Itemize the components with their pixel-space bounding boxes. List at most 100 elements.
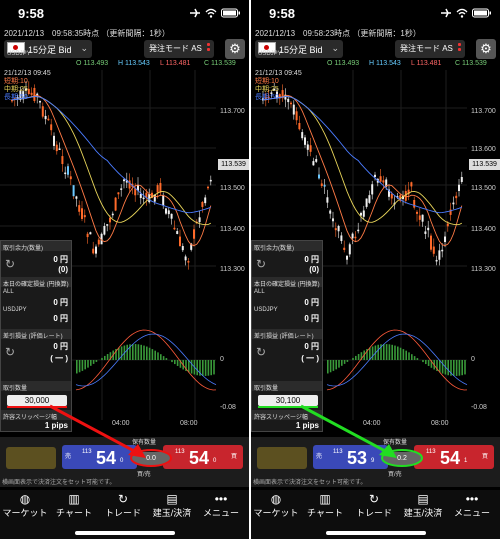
candle-body [159, 182, 162, 193]
account-panel: 取引余力(数量) ↻ 0 円 (0) 本日の確定損益 (円換算) ALL 0 円… [251, 240, 323, 432]
macd-histogram-bar [447, 360, 449, 376]
high-value: H 113.543 [118, 60, 150, 67]
candle-body [27, 88, 30, 95]
y-tick-label: 113.300 [220, 266, 245, 273]
x-tick: 04:00 [112, 420, 130, 427]
macd-histogram-bar [397, 346, 399, 360]
spread-pill: 0.0 [132, 452, 170, 465]
slippage-header: 許容スリッページ幅 [252, 410, 322, 421]
y-tick-label: 113.300 [471, 266, 496, 273]
candle-body [421, 214, 424, 222]
fixed-header: 本日の確定損益 (円換算) [1, 277, 71, 288]
macd-histogram-bar [388, 344, 391, 360]
macd-histogram-bar [126, 344, 128, 360]
tab-chart[interactable]: ▥ チャート [49, 492, 99, 519]
candle-body [371, 184, 374, 195]
gear-icon[interactable]: ⚙ [476, 39, 496, 59]
refresh-icon[interactable]: ↻ [256, 257, 266, 271]
slippage-value[interactable]: 1 pips [45, 421, 68, 430]
order-mode-button[interactable]: 発注モード AS [144, 40, 214, 58]
candle-body [187, 261, 190, 263]
candle-body [41, 106, 44, 117]
ohlc-readout: O 113.493 H 113.543 L 113.481 C 113.539 [251, 60, 500, 70]
macd-histogram-bar [352, 357, 354, 360]
lock-button[interactable] [6, 447, 56, 469]
ma-short-line [11, 95, 212, 247]
sell-button[interactable]: 売 113 53 9 [313, 445, 388, 469]
tab-market[interactable]: ◍ マーケット [0, 492, 50, 519]
tab-position[interactable]: ▤ 建玉/決済 [147, 492, 197, 519]
quantity-underline [7, 406, 67, 408]
unreal-rate: ( 一 ) [301, 354, 319, 363]
x-tick: 04:00 [363, 420, 381, 427]
chart-toolbar: USDJPY 15分足 Bid ⌄ 発注モード AS ⚙ [251, 38, 500, 60]
symbol-selector[interactable]: USDJPY 15分足 Bid ⌄ [255, 40, 343, 58]
tab-trade[interactable]: ↻ トレード [98, 492, 148, 519]
position-icon: ▤ [166, 492, 178, 506]
status-time: 9:58 [18, 6, 45, 21]
macd-histogram-bar [369, 347, 371, 360]
ma-long: 長期:50 [255, 94, 279, 101]
tab-trade[interactable]: ↻ トレード [349, 492, 399, 519]
macd-histogram-bar [190, 360, 193, 374]
fixed-value: 0 円 [53, 298, 68, 307]
lock-button[interactable] [257, 447, 307, 469]
quantity-input[interactable]: 30,000 [7, 395, 67, 406]
candle-body [312, 161, 315, 166]
refresh-icon[interactable]: ↻ [5, 345, 15, 359]
order-mode-button[interactable]: 発注モード AS [395, 40, 465, 58]
symbol-selector[interactable]: USDJPY 15分足 Bid ⌄ [4, 40, 92, 58]
unreal-value: 0 円 [304, 342, 319, 351]
tab-label: チャート [56, 508, 92, 518]
candle-body [404, 191, 407, 201]
macd-histogram-bar [165, 358, 168, 360]
macd-histogram-bar [76, 360, 78, 374]
fixed-all-label: ALL [254, 289, 265, 295]
candle-body [64, 172, 67, 175]
macd-histogram-bar [154, 350, 156, 360]
macd-histogram-bar [464, 360, 466, 375]
buy-price-tail: 1 [464, 458, 468, 464]
tab-chart[interactable]: ▥ チャート [300, 492, 350, 519]
high-value: H 113.543 [369, 60, 401, 67]
tab-label: 建玉/決済 [152, 508, 192, 518]
buy-button[interactable]: 113 54 1 買 [414, 445, 494, 469]
macd-histogram-bar [210, 360, 212, 376]
buy-button[interactable]: 113 54 0 買 [163, 445, 243, 469]
slippage-value[interactable]: 1 pips [296, 421, 319, 430]
chart-timestamp: 21/12/13 09:45 [4, 70, 51, 77]
candle-body [292, 104, 295, 115]
candle-body [44, 115, 47, 120]
quantity-input[interactable]: 30,100 [258, 395, 318, 406]
candle-body [83, 215, 86, 218]
tab-menu[interactable]: ••• メニュー [196, 492, 246, 519]
macd-histogram-bar [92, 360, 95, 364]
ma-short: 短期:10 [255, 78, 279, 85]
sell-button[interactable]: 売 113 54 0 [62, 445, 137, 469]
buy-price-prefix: 113 [175, 449, 185, 455]
tab-position[interactable]: ▤ 建玉/決済 [398, 492, 448, 519]
candle-body [53, 135, 55, 146]
candle-body [340, 235, 343, 242]
refresh-icon[interactable]: ↻ [256, 345, 266, 359]
refresh-icon[interactable]: ↻ [5, 257, 15, 271]
candle-body [193, 229, 195, 239]
tab-market[interactable]: ◍ マーケット [251, 492, 301, 519]
sell-label: 売 [316, 454, 323, 460]
available-value: 0 円 [304, 255, 319, 264]
tab-label: 建玉/決済 [403, 508, 443, 518]
candle-body [128, 180, 131, 189]
candle-body [455, 195, 458, 199]
macd-histogram-bar [134, 344, 137, 360]
ma-short-line [262, 95, 463, 247]
candle-body [427, 227, 430, 231]
tab-label: メニュー [202, 508, 239, 518]
macd-histogram-bar [213, 360, 215, 375]
y-tick-label: -0.08 [471, 404, 487, 411]
sell-price-tail: 9 [371, 458, 375, 464]
qty-header: 取引数量 [1, 381, 71, 392]
candle-body [295, 111, 298, 121]
gear-icon[interactable]: ⚙ [225, 39, 245, 59]
tab-menu[interactable]: ••• メニュー [447, 492, 497, 519]
macd-histogram-bar [148, 347, 151, 360]
